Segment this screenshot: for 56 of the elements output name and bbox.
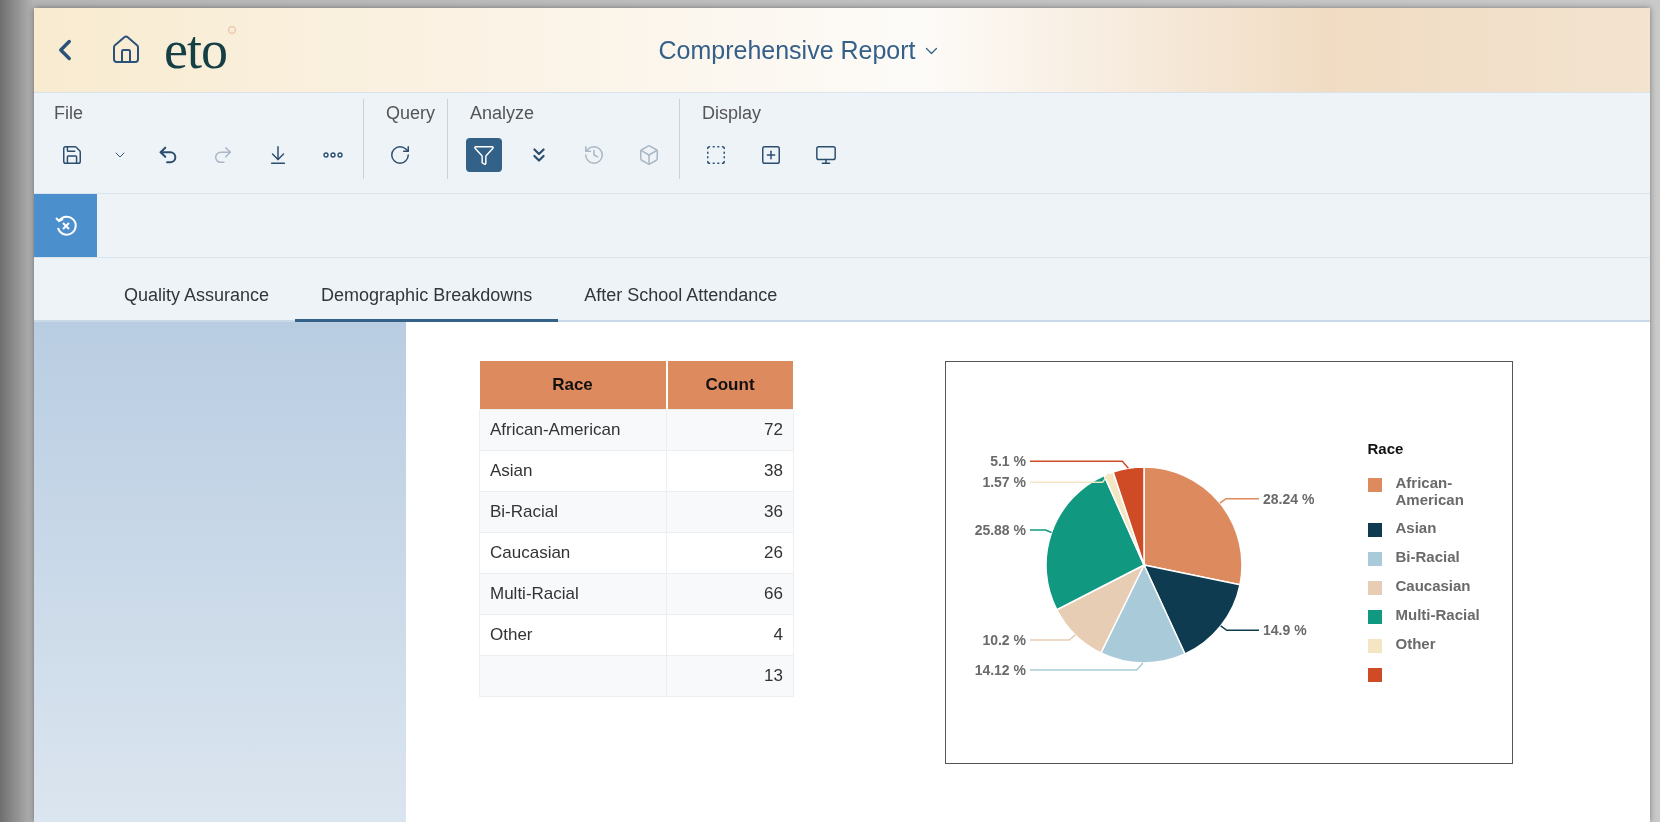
refresh-icon xyxy=(389,144,411,166)
table-cell: African-American xyxy=(479,409,667,451)
table-cell: 38 xyxy=(666,450,794,492)
history-icon xyxy=(583,144,606,166)
legend-label: Other xyxy=(1395,636,1437,653)
data-label: 14.12 % xyxy=(974,662,1026,678)
tab[interactable]: Quality Assurance xyxy=(98,285,296,322)
table-cell: 72 xyxy=(666,409,794,451)
table-cell: 4 xyxy=(666,614,794,656)
filter-icon xyxy=(473,144,496,166)
leader-line xyxy=(1219,625,1260,632)
toolbar-group-label: Query xyxy=(385,103,436,124)
data-label: 14.9 % xyxy=(1262,622,1307,639)
data-label: 10.2 % xyxy=(981,631,1026,648)
insert-icon xyxy=(760,144,783,166)
data-label: 28.24 % xyxy=(1262,490,1314,507)
logo: eto xyxy=(164,23,227,77)
column-header: Count xyxy=(666,361,794,410)
reset-button[interactable] xyxy=(34,194,97,257)
leader-line xyxy=(1028,634,1076,641)
home-button[interactable] xyxy=(110,34,142,66)
data-label: 5.1 % xyxy=(989,453,1026,470)
column-header: Race xyxy=(479,361,667,410)
legend-label: African-American xyxy=(1395,475,1465,508)
legend-title: Race xyxy=(1367,440,1405,457)
data-label: 25.88 % xyxy=(974,522,1026,539)
table-cell: Caucasian xyxy=(479,532,667,574)
leader-line xyxy=(1028,529,1052,534)
cube-icon xyxy=(638,144,661,166)
legend-label: Bi-Racial xyxy=(1395,549,1461,566)
table-cell: Multi-Racial xyxy=(479,573,667,615)
undo-icon xyxy=(157,144,179,166)
redo-icon xyxy=(212,144,234,166)
report-title[interactable]: Comprehensive Report xyxy=(658,36,942,65)
save-icon xyxy=(61,144,83,166)
more-icon xyxy=(323,152,343,158)
legend-label: Caucasian xyxy=(1395,578,1472,595)
table-cell: Bi-Racial xyxy=(479,491,667,533)
toolbar-group-label: Display xyxy=(701,103,763,124)
tab[interactable]: After School Attendance xyxy=(558,285,804,322)
table-cell: Asian xyxy=(479,450,667,492)
filter-button[interactable] xyxy=(466,138,503,172)
logo-mark-icon xyxy=(227,25,237,35)
table-cell: 13 xyxy=(666,655,794,697)
toolbar-group-label: File xyxy=(54,103,84,124)
table-cell: 26 xyxy=(666,532,794,574)
legend-label: Multi-Racial xyxy=(1395,607,1481,624)
table-cell: 36 xyxy=(666,491,794,533)
legend-label: Asian xyxy=(1395,520,1438,537)
leader-line xyxy=(1218,497,1260,504)
monitor-icon xyxy=(815,144,838,166)
toolbar-group-label: Analyze xyxy=(469,103,536,124)
data-label: 1.57 % xyxy=(981,474,1026,491)
page-icon xyxy=(705,144,728,166)
table-cell: 66 xyxy=(666,573,794,615)
table-cell: Other xyxy=(479,614,667,656)
